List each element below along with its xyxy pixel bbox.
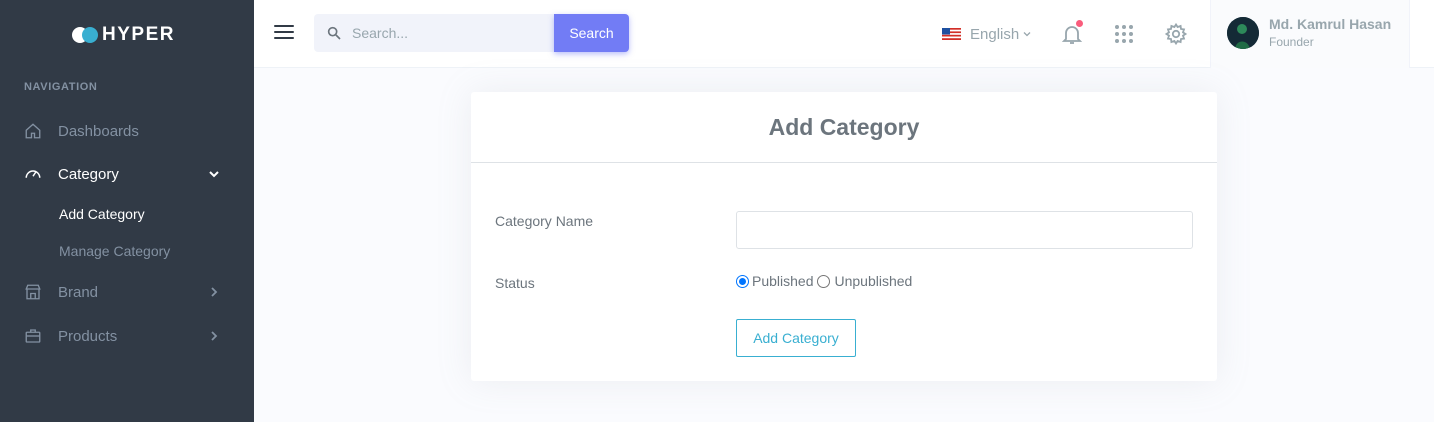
avatar bbox=[1227, 17, 1259, 49]
status-unpublished-label[interactable]: Unpublished bbox=[835, 273, 913, 289]
sidebar-item-category[interactable]: Category bbox=[0, 159, 254, 189]
status-published-radio[interactable] bbox=[736, 274, 749, 288]
nav-section-title: NAVIGATION bbox=[24, 81, 98, 93]
sidebar-item-label: Products bbox=[58, 327, 118, 345]
status-radio-group: Published Unpublished bbox=[736, 273, 912, 289]
sidebar-item-brand[interactable]: Brand bbox=[0, 277, 254, 307]
status-published-label[interactable]: Published bbox=[752, 273, 814, 289]
menu-icon[interactable] bbox=[274, 25, 294, 41]
notification-bell[interactable] bbox=[1060, 20, 1084, 46]
card-header: Add Category bbox=[471, 92, 1217, 163]
apps-grid-icon bbox=[1115, 25, 1133, 43]
user-menu[interactable]: Md. Kamrul Hasan Founder bbox=[1210, 0, 1410, 68]
notification-badge bbox=[1076, 20, 1083, 27]
gauge-icon bbox=[25, 170, 41, 178]
settings-button[interactable] bbox=[1164, 22, 1188, 46]
sidebar-item-label: Dashboards bbox=[58, 122, 139, 140]
sidebar-item-label: Brand bbox=[58, 283, 99, 301]
left-sidebar: HYPER NAVIGATION Dashboards Category Add… bbox=[0, 0, 254, 422]
brand-logo[interactable]: HYPER bbox=[72, 24, 175, 46]
apps-button[interactable] bbox=[1112, 22, 1136, 46]
store-icon bbox=[25, 284, 41, 300]
status-unpublished-radio[interactable] bbox=[816, 274, 830, 288]
chevron-right-icon bbox=[211, 287, 218, 297]
status-label: Status bbox=[495, 275, 535, 291]
home-icon bbox=[25, 123, 41, 139]
search-input[interactable] bbox=[352, 14, 552, 52]
gear-icon bbox=[1164, 22, 1188, 46]
topbar: Search English bbox=[254, 0, 1434, 68]
language-label: English bbox=[970, 25, 1020, 43]
us-flag-icon bbox=[942, 28, 961, 40]
user-name: Md. Kamrul Hasan bbox=[1269, 16, 1392, 32]
category-name-label: Category Name bbox=[495, 213, 594, 229]
sidebar-subitem-manage-category[interactable]: Manage Category bbox=[59, 243, 170, 259]
search-icon bbox=[327, 26, 341, 40]
add-category-button[interactable]: Add Category bbox=[736, 319, 856, 357]
briefcase-icon bbox=[25, 329, 41, 343]
chevron-down-icon bbox=[209, 171, 219, 178]
chevron-right-icon bbox=[211, 331, 218, 341]
logo-icon bbox=[72, 26, 100, 44]
user-role: Founder bbox=[1269, 35, 1314, 49]
category-name-input[interactable] bbox=[736, 211, 1193, 249]
language-dropdown[interactable]: English bbox=[942, 24, 1031, 44]
add-category-card: Add Category Category Name Status Publis… bbox=[471, 92, 1217, 381]
search-box bbox=[314, 14, 554, 52]
search-button[interactable]: Search bbox=[554, 14, 629, 52]
brand-name: HYPER bbox=[102, 24, 175, 45]
sidebar-item-label: Category bbox=[58, 165, 119, 183]
page-title: Add Category bbox=[768, 113, 920, 140]
user-avatar-icon bbox=[1227, 17, 1259, 49]
sidebar-item-products[interactable]: Products bbox=[0, 321, 254, 351]
sidebar-item-dashboards[interactable]: Dashboards bbox=[0, 116, 254, 146]
chevron-down-icon bbox=[1023, 32, 1031, 37]
sidebar-subitem-add-category[interactable]: Add Category bbox=[59, 206, 145, 222]
